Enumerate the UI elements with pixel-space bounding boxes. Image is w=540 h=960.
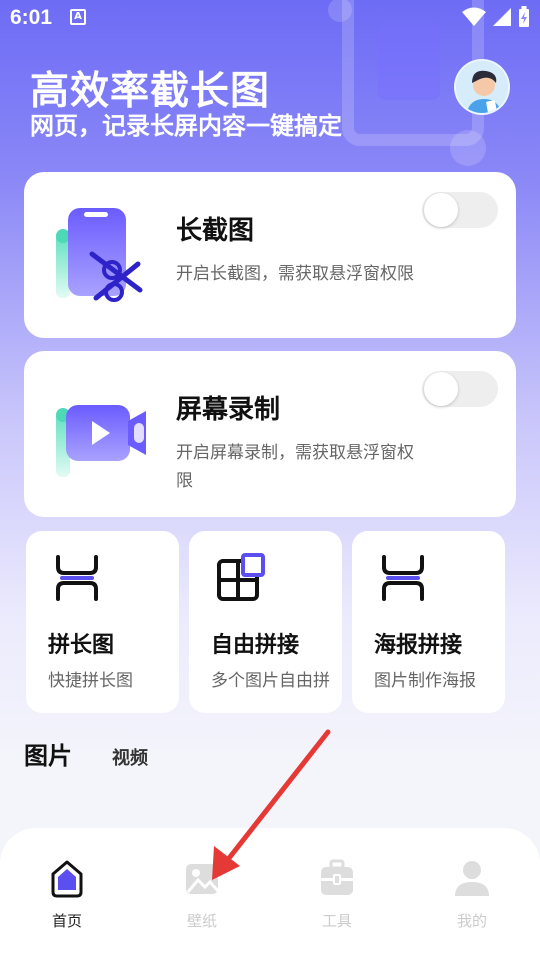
toggle-knob: [424, 372, 458, 406]
status-time: 6:01: [10, 6, 53, 29]
image-icon: [186, 864, 220, 894]
notification-icon: A: [70, 9, 86, 25]
tab-images[interactable]: 图片: [24, 736, 72, 771]
toolbox-icon: [321, 859, 353, 895]
tool-free-stitch[interactable]: 自由拼接 多个图片自由拼: [189, 531, 342, 713]
screen-recording-toggle[interactable]: [422, 371, 498, 407]
tool-description: 多个图片自由拼: [211, 671, 330, 691]
card-description: 开启屏幕录制，需获取悬浮窗权限: [176, 443, 414, 491]
stitch-icon: [382, 555, 424, 601]
avatar[interactable]: [454, 59, 510, 115]
user-icon: [455, 861, 489, 896]
long-screenshot-toggle[interactable]: [422, 192, 498, 228]
nav-profile[interactable]: 我的: [432, 858, 512, 931]
media-tabs: 图片 视频: [24, 736, 148, 771]
tool-title: 拼长图: [48, 633, 115, 658]
hero-subtitle: 网页，记录长屏内容一键搞定: [30, 112, 342, 140]
video-camera-icon: [56, 405, 146, 477]
card-description: 开启长截图，需获取悬浮窗权限: [176, 264, 414, 284]
card-title: 长截图: [176, 216, 255, 246]
long-screenshot-card[interactable]: 长截图 开启长截图，需获取悬浮窗权限: [24, 172, 516, 338]
nav-wallpaper[interactable]: 壁纸: [162, 858, 242, 931]
card-title: 屏幕录制: [176, 395, 281, 425]
nav-tools[interactable]: 工具: [297, 858, 377, 931]
tool-title: 海报拼接: [374, 633, 463, 658]
tab-videos[interactable]: 视频: [112, 744, 148, 770]
tool-description: 快捷拼长图: [48, 671, 133, 691]
tool-poster-stitch[interactable]: 海报拼接 图片制作海报: [352, 531, 505, 713]
nav-label: 我的: [456, 912, 487, 930]
home-icon: [51, 860, 83, 898]
grid-icon: [217, 553, 265, 601]
tool-description: 图片制作海报: [374, 671, 476, 691]
nav-label: 壁纸: [186, 912, 217, 930]
nav-label: 工具: [321, 912, 352, 930]
bottom-navigation: 首页 壁纸 工具 我的: [0, 828, 540, 960]
scissors-phone-icon: [56, 208, 143, 302]
tool-title: 自由拼接: [211, 633, 300, 658]
tool-stitch-long[interactable]: 拼长图 快捷拼长图: [26, 531, 179, 713]
toggle-knob: [424, 193, 458, 227]
nav-home[interactable]: 首页: [27, 858, 107, 931]
screen-recording-card[interactable]: 屏幕录制 开启屏幕录制，需获取悬浮窗权限: [24, 351, 516, 517]
stitch-icon: [56, 555, 98, 601]
nav-label: 首页: [51, 912, 82, 930]
